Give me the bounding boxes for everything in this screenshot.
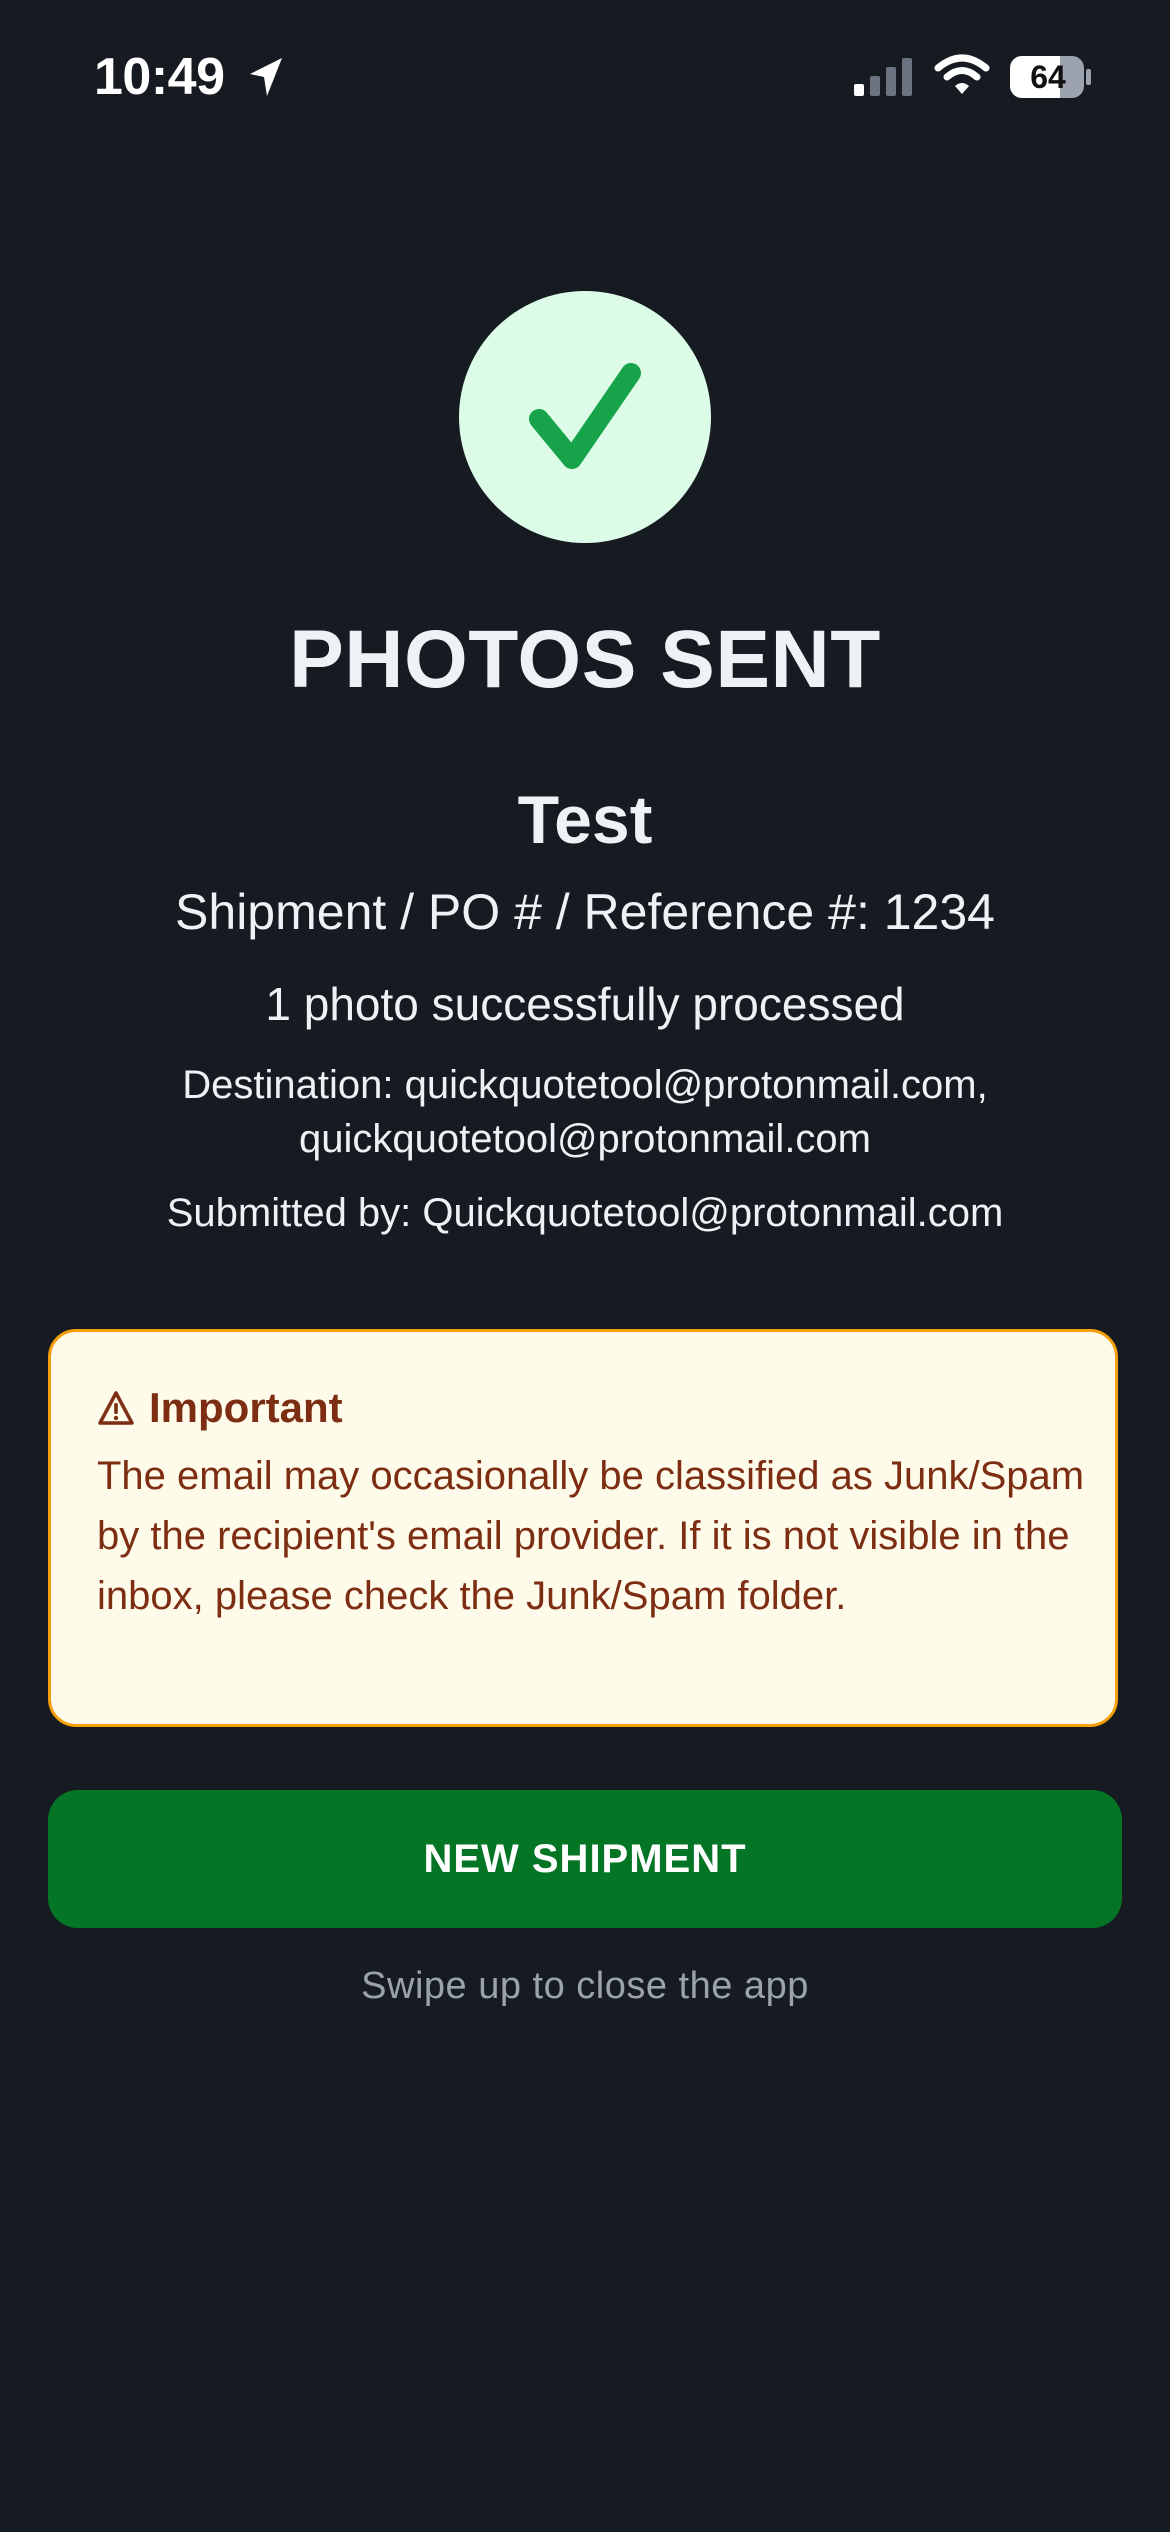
destination-emails: Destination: quickquotetool@protonmail.c… bbox=[60, 1058, 1110, 1166]
wifi-icon bbox=[934, 54, 990, 94]
warning-title: Important bbox=[149, 1384, 343, 1431]
success-badge bbox=[459, 291, 711, 543]
status-bar: 10:49 64 bbox=[0, 0, 1170, 150]
new-shipment-button[interactable]: NEW SHIPMENT bbox=[48, 1790, 1122, 1928]
submitted-by: Submitted by: Quickquotetool@protonmail.… bbox=[166, 1191, 1004, 1235]
location-arrow-icon bbox=[250, 58, 282, 96]
page-title: PHOTOS SENT bbox=[289, 614, 881, 705]
cellular-signal-icon bbox=[854, 58, 912, 96]
destination-line-1: Destination: quickquotetool@protonmail.c… bbox=[182, 1063, 988, 1107]
processed-count: 1 photo successfully processed bbox=[265, 978, 905, 1030]
battery-level: 64 bbox=[1030, 59, 1066, 95]
close-app-hint: Swipe up to close the app bbox=[361, 1965, 809, 2007]
warning-triangle-icon bbox=[98, 1391, 134, 1425]
status-time: 10:49 bbox=[94, 48, 225, 106]
destination-line-2: quickquotetool@protonmail.com bbox=[298, 1117, 871, 1161]
shipment-reference: Shipment / PO # / Reference #: 1234 bbox=[175, 884, 995, 940]
check-icon bbox=[529, 363, 641, 469]
warning-message: The email may occasionally be classified… bbox=[97, 1454, 1085, 1618]
important-notice-card: Important The email may occasionally be … bbox=[48, 1329, 1118, 1727]
customer-name: Test bbox=[517, 782, 653, 858]
warning-heading: Important bbox=[97, 1380, 343, 1436]
